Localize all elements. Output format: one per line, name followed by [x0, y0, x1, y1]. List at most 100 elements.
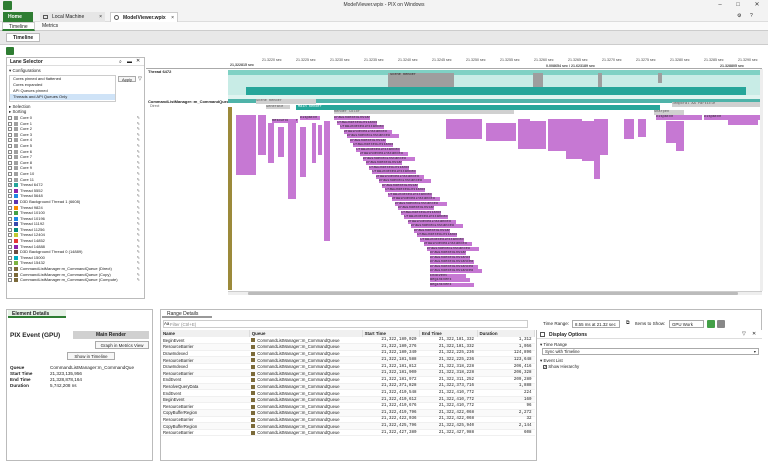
draw-indexed-event[interactable]: DrawIndexedInstanced — [340, 125, 385, 129]
lane-checkbox[interactable] — [8, 222, 12, 227]
draw-indexed-event[interactable]: DrawIndexedInstanced — [398, 206, 434, 210]
draw-column[interactable] — [300, 127, 306, 177]
lane-checkbox[interactable] — [8, 216, 12, 221]
draw-indexed-event[interactable]: DrawIndexedInstanced — [430, 269, 482, 273]
tab-home[interactable]: Home — [3, 12, 33, 22]
queue-event[interactable]: Temporal AA Particle — [672, 102, 760, 107]
table-row[interactable]: DrawIndexed CommandListManager::m_Command… — [161, 350, 535, 358]
lane-checkbox[interactable] — [8, 166, 12, 171]
thread-sync-strip[interactable] — [246, 87, 746, 95]
items-to-show-dropdown[interactable]: GPU Work — [669, 320, 704, 328]
draw-column[interactable] — [624, 119, 634, 139]
draw-column[interactable] — [312, 123, 316, 163]
lane-checkbox[interactable] — [8, 261, 12, 266]
draw-column[interactable] — [566, 119, 582, 159]
lane-checkbox[interactable] — [8, 155, 12, 160]
thread-event[interactable] — [658, 73, 662, 83]
table-row[interactable]: BeginEvent CommandListManager::m_CommandQ… — [161, 396, 535, 404]
column-header-name[interactable]: Name — [161, 330, 250, 337]
draw-indexed-event[interactable]: DrawIndexedInstanced — [378, 179, 431, 183]
draw-indexed-event[interactable]: DrawIndexedInstanced — [407, 219, 456, 224]
tab-timeline[interactable]: Timeline — [2, 22, 35, 31]
lane-checkbox[interactable] — [8, 138, 12, 143]
time-range-dropdown[interactable]: 8.55 ms at 21.32 sec — [572, 320, 620, 328]
draw-column[interactable] — [446, 119, 482, 139]
time-ruler[interactable]: 21,322815 sec 0.008654 sec / 21.623189 s… — [228, 57, 762, 69]
time-range-link-icon[interactable]: ⧉ — [626, 320, 630, 326]
edit-lane-icon[interactable]: ✎ — [137, 277, 140, 283]
sync-dropdown[interactable]: Sync with Timeline ▾ — [542, 348, 759, 355]
draw-column[interactable] — [318, 125, 322, 155]
draw-indexed-event[interactable]: DrawIndexedInstanced — [417, 233, 458, 237]
draw-indexed-event[interactable]: DrawIndexedInstanced — [410, 224, 463, 228]
draw-column[interactable] — [728, 119, 758, 125]
draw-column[interactable] — [530, 121, 546, 149]
draw-column[interactable] — [676, 121, 684, 151]
scene-render-event[interactable]: Scene Render — [388, 73, 454, 88]
lane-checkbox[interactable] — [8, 171, 12, 176]
help-icon[interactable]: ? — [750, 13, 753, 19]
close-tab-icon[interactable]: × — [99, 12, 102, 22]
table-row[interactable]: ResourceBarrier CommandListManager::m_Com… — [161, 416, 535, 424]
pin-icon[interactable]: ▬ — [127, 59, 132, 65]
table-row[interactable]: DrawIndexed CommandListManager::m_Command… — [161, 363, 535, 371]
lane-checkbox[interactable] — [8, 244, 12, 249]
queue-event[interactable]: Scene Render — [256, 99, 316, 104]
tab-metrics[interactable]: Metrics — [36, 22, 64, 31]
lane-checkbox[interactable] — [8, 160, 12, 165]
apply-button[interactable]: Apply — [118, 76, 136, 82]
draw-indexed-event[interactable]: DrawIndexedInstanced — [334, 116, 370, 120]
draw-indexed-event[interactable]: EndEvent — [430, 273, 466, 278]
column-header-duration[interactable]: Duration — [477, 330, 535, 337]
show-in-timeline-button[interactable]: Show in Timeline — [67, 352, 115, 360]
lane-item[interactable]: CommandListManager:m_CommandQueue (Compu… — [7, 277, 144, 283]
draw-indexed-event[interactable]: DrawIndexedInstanced — [430, 255, 470, 260]
draw-indexed-event[interactable]: DrawIndexedInstanced — [366, 161, 402, 165]
configurations-section[interactable]: ▾ Configurations — [9, 68, 41, 74]
draw-indexed-event[interactable]: DrawIndexedInstanced — [382, 183, 418, 188]
draw-column[interactable] — [486, 123, 516, 141]
queue-stripe[interactable] — [228, 107, 232, 290]
search-icon[interactable]: ⌕ — [119, 59, 122, 65]
draw-indexed-event[interactable]: DrawIndexedInstanced — [372, 170, 417, 174]
draw-column[interactable] — [324, 121, 330, 241]
draw-column[interactable] — [666, 121, 676, 143]
draw-indexed-event[interactable]: DrawIndexedInstanced — [362, 156, 415, 161]
thread-event[interactable] — [598, 73, 602, 87]
scroll-thumb[interactable] — [248, 292, 738, 295]
draw-indexed-event[interactable]: DrawIndexedInstanced — [359, 152, 408, 156]
draw-column[interactable] — [582, 121, 594, 161]
queue-event[interactable]: Generate — [266, 105, 290, 109]
column-header-start[interactable]: Start Time — [362, 330, 421, 337]
table-row[interactable]: BeginEvent CommandListManager::m_CommandQ… — [161, 337, 535, 345]
table-row[interactable]: ResourceBarrier CommandListManager::m_Com… — [161, 429, 535, 437]
draw-indexed-event[interactable]: DrawIndexedInstanced — [337, 120, 378, 125]
draw-indexed-event[interactable]: DrawIndexedInstanced — [388, 192, 433, 197]
maximize-icon[interactable]: □ — [733, 1, 743, 10]
draw-indexed-event[interactable]: BeginEvent — [430, 282, 474, 287]
thread-lane-label[interactable]: Thread 6472 — [148, 69, 171, 74]
tab-local-machine[interactable]: Local Machine × — [40, 12, 105, 22]
thread-event[interactable] — [533, 73, 543, 87]
draw-indexed-event[interactable]: DrawIndexedInstanced — [401, 210, 442, 215]
draw-indexed-event[interactable]: DrawIndexedInstanced — [353, 143, 394, 147]
table-row[interactable]: CopyBufferRegion CommandListManager::m_Co… — [161, 409, 535, 417]
close-panel-icon[interactable]: ✕ — [752, 331, 756, 337]
dispatch-event[interactable]: Dispatch — [300, 116, 320, 120]
table-row[interactable]: ResourceBarrier CommandListManager::m_Com… — [161, 343, 535, 351]
lane-checkbox[interactable] — [8, 227, 12, 232]
lane-checkbox[interactable] — [8, 255, 12, 260]
filter-input[interactable]: Filter (Ctrl+E) — [163, 320, 528, 328]
table-row[interactable]: CopyBufferRegion CommandListManager::m_Co… — [161, 422, 535, 430]
vertical-scrollbar[interactable] — [760, 69, 763, 291]
draw-indexed-event[interactable]: DrawIndexedInstanced — [430, 251, 466, 255]
lane-checkbox[interactable] — [8, 121, 12, 126]
minimize-icon[interactable]: – — [715, 1, 725, 10]
close-icon[interactable]: ✕ — [752, 1, 762, 10]
lane-checkbox[interactable] — [8, 116, 12, 120]
lane-checkbox[interactable] — [8, 194, 12, 199]
draw-column[interactable] — [288, 119, 296, 199]
queue-lane-label[interactable]: CommandListManager::m_CommandQueue — [148, 99, 228, 104]
lane-checkbox[interactable] — [8, 127, 12, 132]
show-hierarchy-checkbox[interactable]: ✓ Show Hierarchy — [543, 364, 579, 369]
